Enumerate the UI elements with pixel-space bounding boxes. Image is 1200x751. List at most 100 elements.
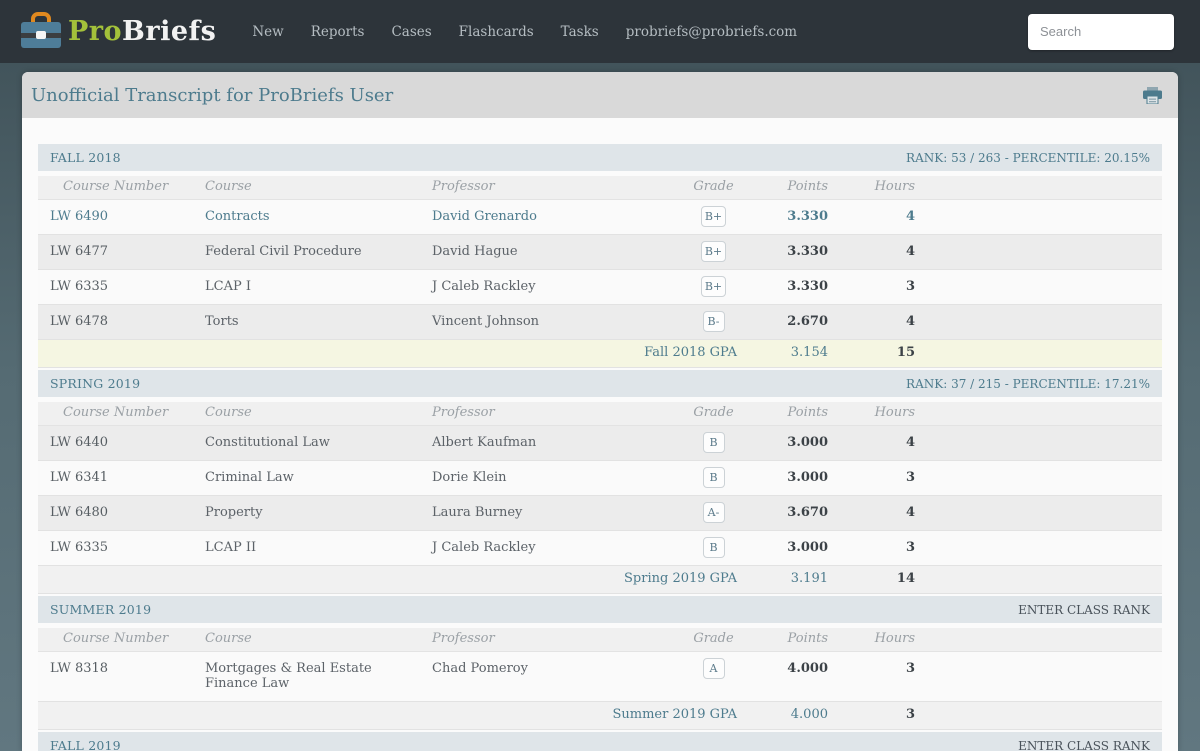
filler-cell — [915, 701, 1162, 730]
hours-cell: 4 — [828, 199, 915, 235]
brand-logo[interactable]: ProBriefs — [20, 11, 216, 52]
semester-section: SPRING 2019 RANK: 37 / 215 - PERCENTILE: … — [38, 370, 1162, 594]
nav-menu: New Reports Cases Flashcards Tasks probr… — [252, 24, 797, 40]
course-name-cell[interactable]: Contracts — [198, 199, 425, 235]
grade-cell: B+ — [690, 234, 737, 270]
gpa-label: Spring 2019 GPA — [38, 565, 737, 594]
column-header-grade: Grade — [690, 402, 737, 426]
grade-badge[interactable]: A- — [702, 502, 725, 523]
semester-band: SUMMER 2019 ENTER CLASS RANK — [38, 596, 1162, 623]
course-name-cell[interactable]: Federal Civil Procedure — [198, 234, 425, 270]
grade-badge[interactable]: B- — [702, 311, 725, 332]
gpa-summary-row: Spring 2019 GPA 3.191 14 — [38, 565, 1162, 594]
enter-class-rank-link[interactable]: ENTER CLASS RANK — [1018, 739, 1150, 751]
semester-name: FALL 2019 — [50, 738, 121, 751]
search-input[interactable] — [1028, 13, 1174, 50]
points-cell: 2.670 — [737, 304, 828, 340]
column-header-prof: Professor — [425, 628, 690, 652]
points-cell: 3.000 — [737, 530, 828, 566]
printer-icon — [1143, 86, 1162, 107]
page-background: Unofficial Transcript for ProBriefs User… — [0, 63, 1200, 751]
grade-badge[interactable]: B+ — [700, 206, 727, 227]
professor-cell[interactable]: Laura Burney — [425, 495, 690, 531]
search-container — [1028, 13, 1174, 50]
course-row: LW 6490 Contracts David Grenardo B+ 3.330 4 — [38, 199, 1162, 235]
grade-badge[interactable]: B+ — [700, 241, 727, 262]
brand-name: ProBriefs — [68, 16, 216, 47]
course-row: LW 8318 Mortgages & Real Estate Finance L… — [38, 651, 1162, 702]
enter-class-rank-link[interactable]: ENTER CLASS RANK — [1018, 603, 1150, 617]
course-number-cell[interactable]: LW 6335 — [38, 530, 198, 566]
gpa-summary-row: Fall 2018 GPA 3.154 15 — [38, 339, 1162, 368]
hours-cell: 3 — [828, 460, 915, 496]
course-number-cell[interactable]: LW 6477 — [38, 234, 198, 270]
course-number-cell[interactable]: LW 8318 — [38, 651, 198, 702]
courses-table: Course Number Course Professor Grade Points H… — [38, 402, 1162, 594]
semester-section: SUMMER 2019 ENTER CLASS RANK Course Number… — [38, 596, 1162, 730]
column-header-hours: Hours — [828, 176, 915, 200]
filler-cell — [915, 651, 1162, 702]
page-title: Unofficial Transcript for ProBriefs User — [31, 84, 394, 106]
briefcase-icon — [20, 11, 62, 52]
course-number-cell[interactable]: LW 6478 — [38, 304, 198, 340]
grade-badge[interactable]: B — [702, 537, 725, 558]
course-name-cell[interactable]: Criminal Law — [198, 460, 425, 496]
nav-item-account-email[interactable]: probriefs@probriefs.com — [626, 24, 797, 40]
column-header-points: Points — [737, 402, 828, 426]
course-name-cell[interactable]: LCAP I — [198, 269, 425, 305]
gpa-value: 3.191 — [737, 565, 828, 594]
nav-item-new[interactable]: New — [252, 24, 283, 40]
nav-item-flashcards[interactable]: Flashcards — [459, 24, 534, 40]
gpa-label: Fall 2018 GPA — [38, 339, 737, 368]
grade-badge[interactable]: A — [702, 658, 725, 679]
hours-cell: 4 — [828, 234, 915, 270]
grade-badge[interactable]: B+ — [700, 276, 727, 297]
column-header-course: Course — [198, 628, 425, 652]
gpa-label: Summer 2019 GPA — [38, 701, 737, 730]
professor-cell[interactable]: J Caleb Rackley — [425, 269, 690, 305]
course-name-cell[interactable]: Constitutional Law — [198, 425, 425, 461]
professor-cell[interactable]: J Caleb Rackley — [425, 530, 690, 566]
course-name-cell[interactable]: Property — [198, 495, 425, 531]
professor-cell[interactable]: Vincent Johnson — [425, 304, 690, 340]
nav-item-cases[interactable]: Cases — [391, 24, 431, 40]
professor-cell[interactable]: Dorie Klein — [425, 460, 690, 496]
grade-cell: B — [690, 530, 737, 566]
course-name-cell[interactable]: LCAP II — [198, 530, 425, 566]
course-number-cell[interactable]: LW 6335 — [38, 269, 198, 305]
course-name-cell[interactable]: Mortgages & Real Estate Finance Law — [198, 651, 425, 702]
hours-cell: 4 — [828, 304, 915, 340]
column-header-grade: Grade — [690, 628, 737, 652]
filler-cell — [915, 460, 1162, 496]
semester-name: SUMMER 2019 — [50, 602, 152, 617]
grade-badge[interactable]: B — [702, 432, 725, 453]
column-header-filler — [915, 628, 1162, 652]
professor-cell[interactable]: David Hague — [425, 234, 690, 270]
points-cell: 3.330 — [737, 199, 828, 235]
points-cell: 4.000 — [737, 651, 828, 702]
gpa-total-hours: 14 — [828, 565, 915, 594]
professor-cell[interactable]: Albert Kaufman — [425, 425, 690, 461]
column-header-filler — [915, 402, 1162, 426]
hours-cell: 3 — [828, 651, 915, 702]
course-number-cell[interactable]: LW 6341 — [38, 460, 198, 496]
grade-badge[interactable]: B — [702, 467, 725, 488]
filler-cell — [915, 199, 1162, 235]
course-number-cell[interactable]: LW 6490 — [38, 199, 198, 235]
courses-table: Course Number Course Professor Grade Points H… — [38, 176, 1162, 368]
column-header-num: Course Number — [38, 402, 198, 426]
filler-cell — [915, 339, 1162, 368]
course-name-cell[interactable]: Torts — [198, 304, 425, 340]
hours-cell: 3 — [828, 530, 915, 566]
course-number-cell[interactable]: LW 6480 — [38, 495, 198, 531]
print-button[interactable] — [1141, 85, 1164, 106]
course-number-cell[interactable]: LW 6440 — [38, 425, 198, 461]
nav-item-reports[interactable]: Reports — [311, 24, 365, 40]
semester-band: FALL 2018 RANK: 53 / 263 - PERCENTILE: 20… — [38, 144, 1162, 171]
nav-item-tasks[interactable]: Tasks — [561, 24, 599, 40]
filler-cell — [915, 495, 1162, 531]
professor-cell[interactable]: Chad Pomeroy — [425, 651, 690, 702]
card-header: Unofficial Transcript for ProBriefs User — [22, 72, 1178, 118]
grade-cell: B+ — [690, 269, 737, 305]
professor-cell[interactable]: David Grenardo — [425, 199, 690, 235]
